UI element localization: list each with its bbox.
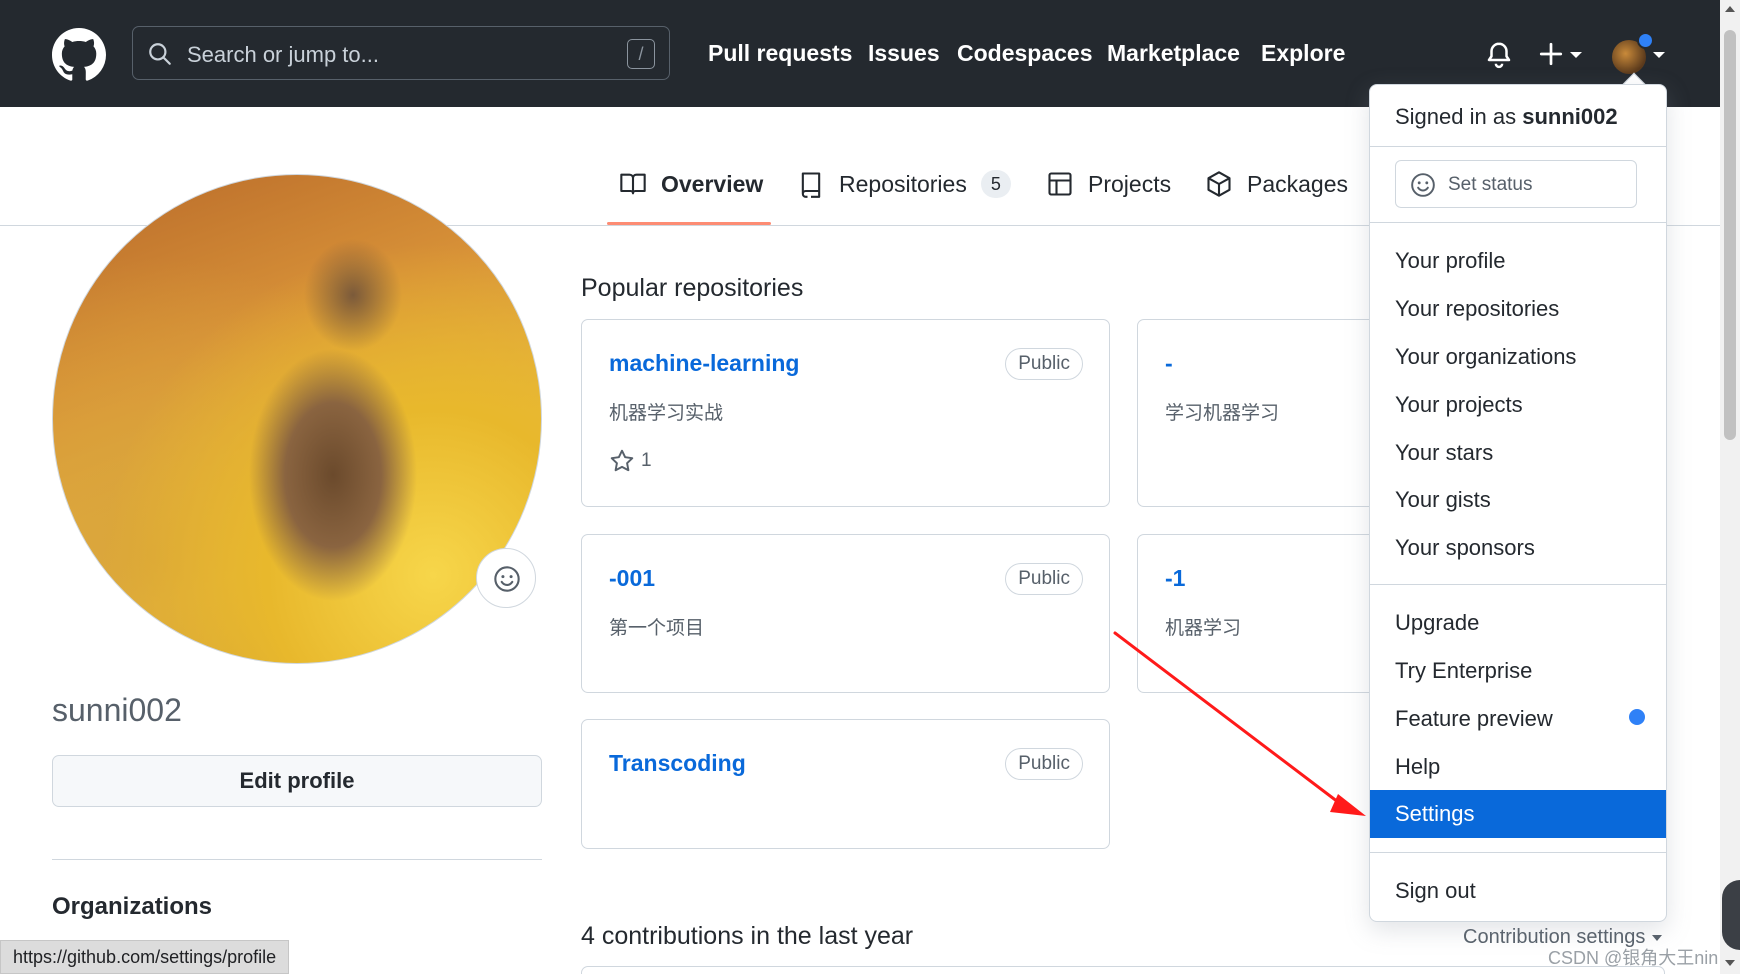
menu-item-upgrade[interactable]: Upgrade	[1395, 610, 1479, 636]
edit-profile-button[interactable]: Edit profile	[52, 755, 542, 807]
signed-in-username: sunni002	[1522, 104, 1618, 129]
nav-issues[interactable]: Issues	[868, 40, 940, 67]
book-icon	[620, 173, 646, 195]
repo-description: 第一个项目	[609, 618, 705, 639]
tab-overview-label: Overview	[661, 170, 764, 197]
repo-link[interactable]: -	[1165, 350, 1173, 377]
menu-item-help[interactable]: Help	[1395, 754, 1440, 780]
search-placeholder: Search or jump to...	[187, 42, 379, 67]
set-status-emoji-button[interactable]	[476, 548, 536, 608]
menu-item-your-repositories[interactable]: Your repositories	[1395, 296, 1559, 322]
menu-item-settings-label: Settings	[1395, 801, 1475, 826]
package-icon	[1207, 171, 1231, 197]
menu-item-try-enterprise[interactable]: Try Enterprise	[1395, 658, 1532, 684]
profile-avatar[interactable]	[52, 174, 542, 664]
bell-icon[interactable]	[1484, 40, 1514, 70]
nav-pull-requests[interactable]: Pull requests	[708, 40, 852, 67]
menu-item-settings[interactable]: Settings	[1370, 790, 1666, 838]
plus-icon[interactable]	[1538, 41, 1564, 67]
signed-in-prefix: Signed in as	[1395, 104, 1517, 129]
smiley-icon	[494, 566, 520, 592]
contributions-heading: 4 contributions in the last year	[581, 922, 914, 950]
search-icon	[149, 43, 171, 65]
menu-item-your-gists[interactable]: Your gists	[1395, 487, 1491, 513]
search-input[interactable]: Search or jump to... /	[132, 26, 670, 80]
watermark-text: CSDN @银角大王nin	[1548, 948, 1719, 968]
repo-link[interactable]: machine-learning	[609, 350, 799, 377]
repo-description: 机器学习实战	[609, 403, 724, 424]
repo-link[interactable]: Transcoding	[609, 750, 746, 777]
menu-item-your-profile[interactable]: Your profile	[1395, 248, 1505, 274]
notification-dot-icon	[1637, 32, 1654, 49]
set-status-label: Set status	[1448, 174, 1533, 195]
organizations-heading: Organizations	[52, 893, 213, 920]
menu-item-sign-out[interactable]: Sign out	[1395, 878, 1476, 904]
menu-divider	[1370, 146, 1666, 147]
repo-description: 学习机器学习	[1165, 403, 1280, 424]
tab-packages[interactable]: Packages	[1205, 170, 1348, 198]
menu-divider	[1370, 852, 1666, 853]
menu-item-your-sponsors[interactable]: Your sponsors	[1395, 535, 1535, 561]
scroll-down-arrow-icon[interactable]	[1725, 960, 1735, 966]
left-divider	[52, 859, 542, 860]
repo-card: Transcoding Public	[581, 719, 1110, 849]
plus-dropdown-caret-icon[interactable]	[1570, 52, 1582, 58]
repo-card: machine-learning Public 机器学习实战 1	[581, 319, 1110, 507]
nav-explore[interactable]: Explore	[1261, 40, 1345, 67]
menu-item-feature-preview[interactable]: Feature preview	[1395, 706, 1553, 732]
menu-divider	[1370, 584, 1666, 585]
repo-stars[interactable]: 1	[609, 448, 652, 474]
menu-item-your-stars[interactable]: Your stars	[1395, 440, 1493, 466]
visibility-badge: Public	[1005, 348, 1083, 380]
github-logo-icon[interactable]	[52, 28, 106, 82]
repo-icon	[801, 172, 821, 198]
visibility-badge: Public	[1005, 563, 1083, 595]
tab-overview[interactable]: Overview	[619, 170, 763, 198]
tab-packages-label: Packages	[1247, 170, 1349, 197]
scrollbar-thumb[interactable]	[1724, 30, 1736, 440]
repo-card: -001 Public 第一个项目	[581, 534, 1110, 693]
feature-preview-dot-icon	[1629, 709, 1645, 725]
browser-status-url: https://github.com/settings/profile	[0, 940, 290, 974]
side-widget	[1722, 880, 1740, 950]
star-count: 1	[641, 450, 652, 471]
tab-projects-label: Projects	[1088, 170, 1172, 197]
avatar-dropdown-caret-icon[interactable]	[1653, 52, 1665, 58]
nav-marketplace[interactable]: Marketplace	[1107, 40, 1240, 67]
menu-item-your-organizations[interactable]: Your organizations	[1395, 344, 1576, 370]
search-shortcut-key: /	[627, 39, 655, 69]
scroll-up-arrow-icon[interactable]	[1725, 6, 1735, 12]
visibility-badge: Public	[1005, 748, 1083, 780]
menu-divider	[1370, 222, 1666, 223]
profile-username: sunni002	[52, 692, 182, 728]
star-icon	[610, 449, 634, 472]
tab-projects[interactable]: Projects	[1046, 170, 1171, 198]
repo-link[interactable]: -001	[609, 565, 655, 592]
repo-link[interactable]: -1	[1165, 565, 1185, 592]
repo-description: 机器学习	[1165, 618, 1242, 639]
nav-codespaces[interactable]: Codespaces	[957, 40, 1093, 67]
set-status-button[interactable]: Set status	[1395, 160, 1637, 208]
menu-item-your-projects[interactable]: Your projects	[1395, 392, 1523, 418]
popular-repositories-heading: Popular repositories	[581, 274, 804, 302]
signed-in-as: Signed in as sunni002	[1395, 104, 1618, 130]
repositories-count-badge: 5	[980, 170, 1011, 198]
tab-repositories-label: Repositories	[839, 170, 967, 197]
smiley-icon	[1411, 173, 1435, 197]
contribution-settings-caret-icon	[1652, 935, 1662, 941]
project-table-icon	[1048, 172, 1072, 196]
tab-repositories[interactable]: Repositories 5	[797, 170, 1011, 198]
contribution-graph-box	[581, 966, 1665, 974]
